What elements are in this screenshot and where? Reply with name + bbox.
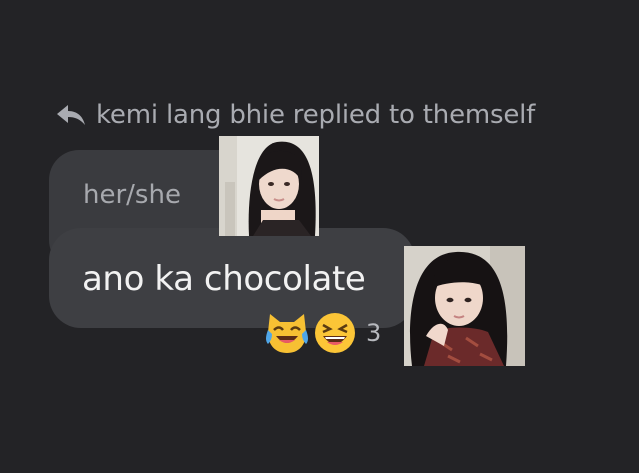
reply-header-text: kemi lang bhie replied to themself [96,100,536,130]
avatar[interactable] [219,136,319,236]
laughing-face-icon[interactable] [312,310,358,356]
avatar[interactable] [404,246,525,366]
reaction-count: 3 [366,319,382,347]
crying-laughing-cat-icon[interactable] [264,310,310,356]
reactions-row[interactable]: 3 [264,310,381,356]
message-text: ano ka chocolate [82,259,366,299]
reply-arrow-icon [55,102,87,128]
quoted-message-text: her/she [83,180,181,210]
reply-header: kemi lang bhie replied to themself [55,100,535,130]
